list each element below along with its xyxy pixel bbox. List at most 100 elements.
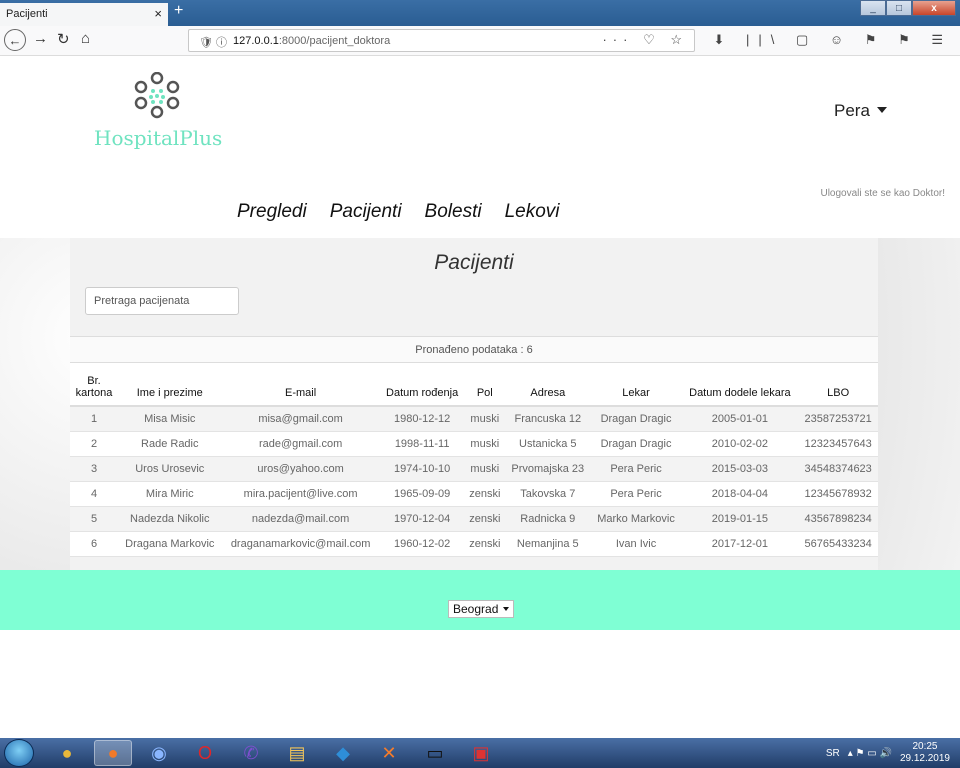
table-cell: mira.pacijent@live.com <box>221 481 380 507</box>
patients-table: Br. kartona Ime i prezime E-mail Datum rođe… <box>70 363 878 557</box>
messenger-icon[interactable]: ◉ <box>140 740 178 766</box>
page-title: Pacijenti <box>434 251 514 274</box>
site-info-icon[interactable]: 🛡 ⓘ <box>199 34 227 50</box>
column-header: Adresa <box>505 363 591 407</box>
role-text: Ulogovali ste se kao Doktor! <box>820 188 945 199</box>
nav-link-pregledi[interactable]: Pregledi <box>237 201 307 223</box>
city-select-value: Beograd <box>453 602 499 616</box>
table-cell: uros@yahoo.com <box>221 456 380 482</box>
table-cell: 12345678932 <box>798 481 878 507</box>
table-row[interactable]: 6 Dragana Markovic draganamarkovic@mail.co… <box>70 531 878 557</box>
chevron-down-icon <box>503 607 510 611</box>
table-cell: 6 <box>70 531 118 557</box>
table-cell: 2019-01-15 <box>681 506 799 532</box>
table-cell: 56765433234 <box>798 531 878 557</box>
back-button[interactable]: ← <box>4 29 26 51</box>
table-cell: 2017-12-01 <box>681 531 799 557</box>
home-button[interactable]: ⌂ <box>81 30 90 47</box>
table-cell: Mira Miric <box>118 481 222 507</box>
editor-icon[interactable]: ▣ <box>462 740 500 766</box>
toolbar-extension-icons[interactable]: ⬇ ||\ ▢ ☺ ⚑ ⚑ ☰ <box>714 32 952 48</box>
vscode-icon[interactable]: ◆ <box>324 740 362 766</box>
table-cell: 2005-01-01 <box>681 406 799 432</box>
table-cell: Marko Markovic <box>590 506 682 532</box>
cmd-icon[interactable]: ▭ <box>416 740 454 766</box>
table-cell: Rade Radic <box>118 431 222 457</box>
table-row[interactable]: 1 Misa Misic misa@gmail.com 1980-12-12 muski… <box>70 406 878 432</box>
table-cell: 1960-12-02 <box>379 531 465 557</box>
table-cell: Misa Misic <box>118 406 222 432</box>
xampp-icon[interactable]: ✕ <box>370 740 408 766</box>
logo-text[interactable]: HospitalPlus <box>94 126 222 150</box>
table-cell: 3 <box>70 456 118 482</box>
clock[interactable]: 20:25 29.12.2019 <box>900 741 950 765</box>
table-row[interactable]: 2 Rade Radic rade@gmail.com 1998-11-11 muski… <box>70 431 878 457</box>
opera-icon[interactable]: O <box>186 740 224 766</box>
table-cell: Dragana Markovic <box>118 531 222 557</box>
table-header-row: Br. kartona Ime i prezime E-mail Datum rođe… <box>70 363 878 407</box>
table-cell: 12323457643 <box>798 431 878 457</box>
table-cell: 1998-11-11 <box>379 431 465 457</box>
forward-button[interactable]: → <box>33 30 48 47</box>
table-cell: 34548374623 <box>798 456 878 482</box>
nav-link-lekovi[interactable]: Lekovi <box>505 201 560 223</box>
nav-link-pacijenti[interactable]: Pacijenti <box>330 201 402 223</box>
minimize-button[interactable]: _ <box>860 0 886 16</box>
table-cell: muski <box>464 431 505 457</box>
reload-button[interactable]: ↻ <box>57 30 70 48</box>
clock-time: 20:25 <box>912 741 938 752</box>
patients-panel: Pacijenti Pronađeno podataka : 6 Br. kar… <box>70 238 878 570</box>
start-button[interactable] <box>4 739 34 767</box>
language-indicator[interactable]: SR <box>826 748 840 759</box>
table-row[interactable]: 5 Nadezda Nikolic nadezda@mail.com 1970-12-… <box>70 506 878 532</box>
table-cell: zenski <box>464 506 505 532</box>
column-header: Datum dodele lekara <box>681 363 799 407</box>
hospital-logo-icon <box>134 72 180 119</box>
user-dropdown[interactable]: Pera <box>834 101 887 121</box>
table-cell: muski <box>464 406 505 432</box>
column-header: E-mail <box>221 363 380 407</box>
table-cell: Dragan Dragic <box>590 431 682 457</box>
table-cell: Ivan Ivic <box>590 531 682 557</box>
table-cell: Takovska 7 <box>505 481 591 507</box>
table-cell: Dragan Dragic <box>590 406 682 432</box>
search-input[interactable] <box>85 287 239 315</box>
user-name: Pera <box>834 101 870 120</box>
table-cell: Pera Peric <box>590 481 682 507</box>
menu-row: Pregledi Pacijenti Bolesti Lekovi Ulogov… <box>0 166 960 238</box>
tab-close-icon[interactable]: × <box>154 6 162 21</box>
maximize-button[interactable]: □ <box>886 0 912 16</box>
browser-tab[interactable]: Pacijenti × <box>0 3 168 26</box>
table-cell: 4 <box>70 481 118 507</box>
firefox-icon[interactable]: ● <box>94 740 132 766</box>
viber-icon[interactable]: ✆ <box>232 740 270 766</box>
main-nav: Pregledi Pacijenti Bolesti Lekovi <box>237 201 560 223</box>
chrome-icon[interactable]: ● <box>48 740 86 766</box>
table-cell: 1974-10-10 <box>379 456 465 482</box>
explorer-icon[interactable]: ▤ <box>278 740 316 766</box>
column-header: Br. kartona <box>70 363 118 407</box>
table-cell: Uros Urosevic <box>118 456 222 482</box>
tray-icons[interactable]: ▴ ⚑ ▭ 🔊 <box>848 748 892 759</box>
page-actions-icon[interactable]: ··· ♡ ☆ <box>602 32 688 48</box>
close-window-button[interactable]: x <box>912 0 956 16</box>
table-cell: Francuska 12 <box>505 406 591 432</box>
table-cell: Nadezda Nikolic <box>118 506 222 532</box>
nav-link-bolesti[interactable]: Bolesti <box>425 201 482 223</box>
column-header: LBO <box>798 363 878 407</box>
table-cell: 1 <box>70 406 118 432</box>
table-row[interactable]: 4 Mira Miric mira.pacijent@live.com 1965-09… <box>70 481 878 507</box>
new-tab-button[interactable]: + <box>174 2 183 20</box>
url-text[interactable]: 127.0.0.1:8000/pacijent_doktora <box>233 35 390 47</box>
table-cell: Pera Peric <box>590 456 682 482</box>
table-cell: 1980-12-12 <box>379 406 465 432</box>
taskbar: ● ● ◉ O ✆ ▤ ◆ ✕ ▭ ▣ SR ▴ ⚑ ▭ 🔊 20:25 29.12.2019 <box>0 738 960 768</box>
site-header: HospitalPlus Pera <box>0 56 960 166</box>
window-titlebar: Pacijenti × + _ □ x <box>0 0 960 26</box>
address-bar[interactable]: 🛡 ⓘ 127.0.0.1:8000/pacijent_doktora ··· … <box>188 29 695 52</box>
table-cell: Prvomajska 23 <box>505 456 591 482</box>
table-cell: misa@gmail.com <box>221 406 380 432</box>
table-row[interactable]: 3 Uros Urosevic uros@yahoo.com 1974-10-10 mu… <box>70 456 878 482</box>
city-select[interactable]: Beograd <box>448 600 515 618</box>
table-cell: 1965-09-09 <box>379 481 465 507</box>
